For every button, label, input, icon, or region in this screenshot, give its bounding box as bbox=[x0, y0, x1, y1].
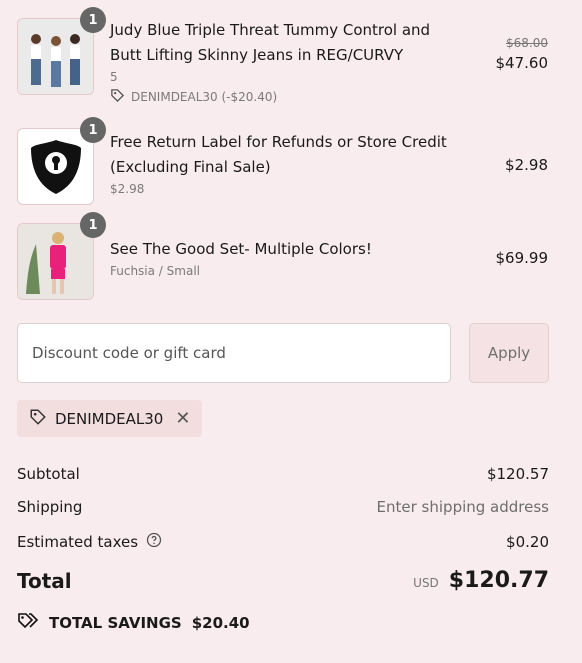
tag-icon bbox=[29, 408, 47, 430]
product-variant: 5 bbox=[110, 70, 118, 84]
item-price: $47.60 bbox=[495, 54, 549, 72]
help-circle-icon[interactable] bbox=[146, 532, 162, 552]
product-variant: Fuchsia / Small bbox=[110, 264, 200, 278]
taxes-value: $0.20 bbox=[506, 533, 549, 551]
compare-at-price: $68.00 bbox=[506, 36, 548, 50]
total-label: Total bbox=[17, 568, 72, 593]
taxes-label: Estimated taxes bbox=[17, 533, 139, 551]
product-title: Judy Blue Triple Threat Tummy Control an… bbox=[110, 21, 431, 64]
discount-label: DENIMDEAL30 (-$20.40) bbox=[131, 90, 278, 104]
total-savings-row: TOTAL SAVINGS $20.40 bbox=[17, 612, 250, 634]
savings-label: TOTAL SAVINGS bbox=[49, 614, 182, 632]
total-value: $120.77 bbox=[448, 568, 549, 593]
quantity-badge: 1 bbox=[80, 117, 106, 143]
applied-discount-chip: DENIMDEAL30 ✕ bbox=[17, 400, 203, 437]
savings-tag-icon bbox=[17, 612, 39, 634]
savings-value: $20.40 bbox=[191, 614, 250, 632]
close-icon[interactable]: ✕ bbox=[175, 408, 190, 429]
applied-discount-code: DENIMDEAL30 bbox=[55, 409, 164, 428]
product-title: Free Return Label for Refunds or Store C… bbox=[110, 133, 447, 176]
apply-discount-button[interactable]: Apply bbox=[469, 323, 549, 383]
subtotal-value: $120.57 bbox=[486, 465, 549, 483]
product-variant: $2.98 bbox=[110, 182, 145, 196]
item-price: $69.99 bbox=[495, 249, 549, 267]
product-thumbnail: 1 bbox=[17, 7, 106, 95]
total-row: Total USD $120.77 bbox=[17, 568, 549, 593]
discount-code-input[interactable] bbox=[17, 323, 451, 383]
product-thumbnail: 1 bbox=[17, 117, 106, 205]
currency-code: USD bbox=[413, 576, 439, 590]
applied-discount-line: DENIMDEAL30 (-$20.40) bbox=[110, 88, 458, 106]
subtotal-row: Subtotal $120.57 bbox=[17, 465, 549, 483]
taxes-row: Estimated taxes $0.20 bbox=[17, 532, 549, 552]
line-item: 1 Judy Blue Triple Threat Tummy Control … bbox=[17, 7, 549, 106]
shipping-row: Shipping Enter shipping address bbox=[17, 498, 549, 516]
product-image-jeans bbox=[17, 18, 94, 95]
shipping-value: Enter shipping address bbox=[376, 498, 549, 516]
tag-icon bbox=[110, 88, 125, 106]
subtotal-label: Subtotal bbox=[17, 465, 80, 483]
line-item: 1 Free Return Label for Refunds or Store… bbox=[17, 117, 548, 205]
product-image-set bbox=[17, 223, 94, 300]
quantity-badge: 1 bbox=[80, 212, 106, 238]
shipping-label: Shipping bbox=[17, 498, 83, 516]
discount-form: Apply bbox=[17, 323, 549, 383]
quantity-badge: 1 bbox=[80, 7, 106, 33]
item-price: $2.98 bbox=[505, 156, 548, 174]
product-thumbnail: 1 bbox=[17, 212, 106, 300]
product-title: See The Good Set- Multiple Colors! bbox=[110, 240, 372, 258]
return-label-shield-logo bbox=[17, 128, 94, 205]
line-item: 1 See The Good Set- Multiple Colors! Fuc… bbox=[17, 212, 549, 300]
